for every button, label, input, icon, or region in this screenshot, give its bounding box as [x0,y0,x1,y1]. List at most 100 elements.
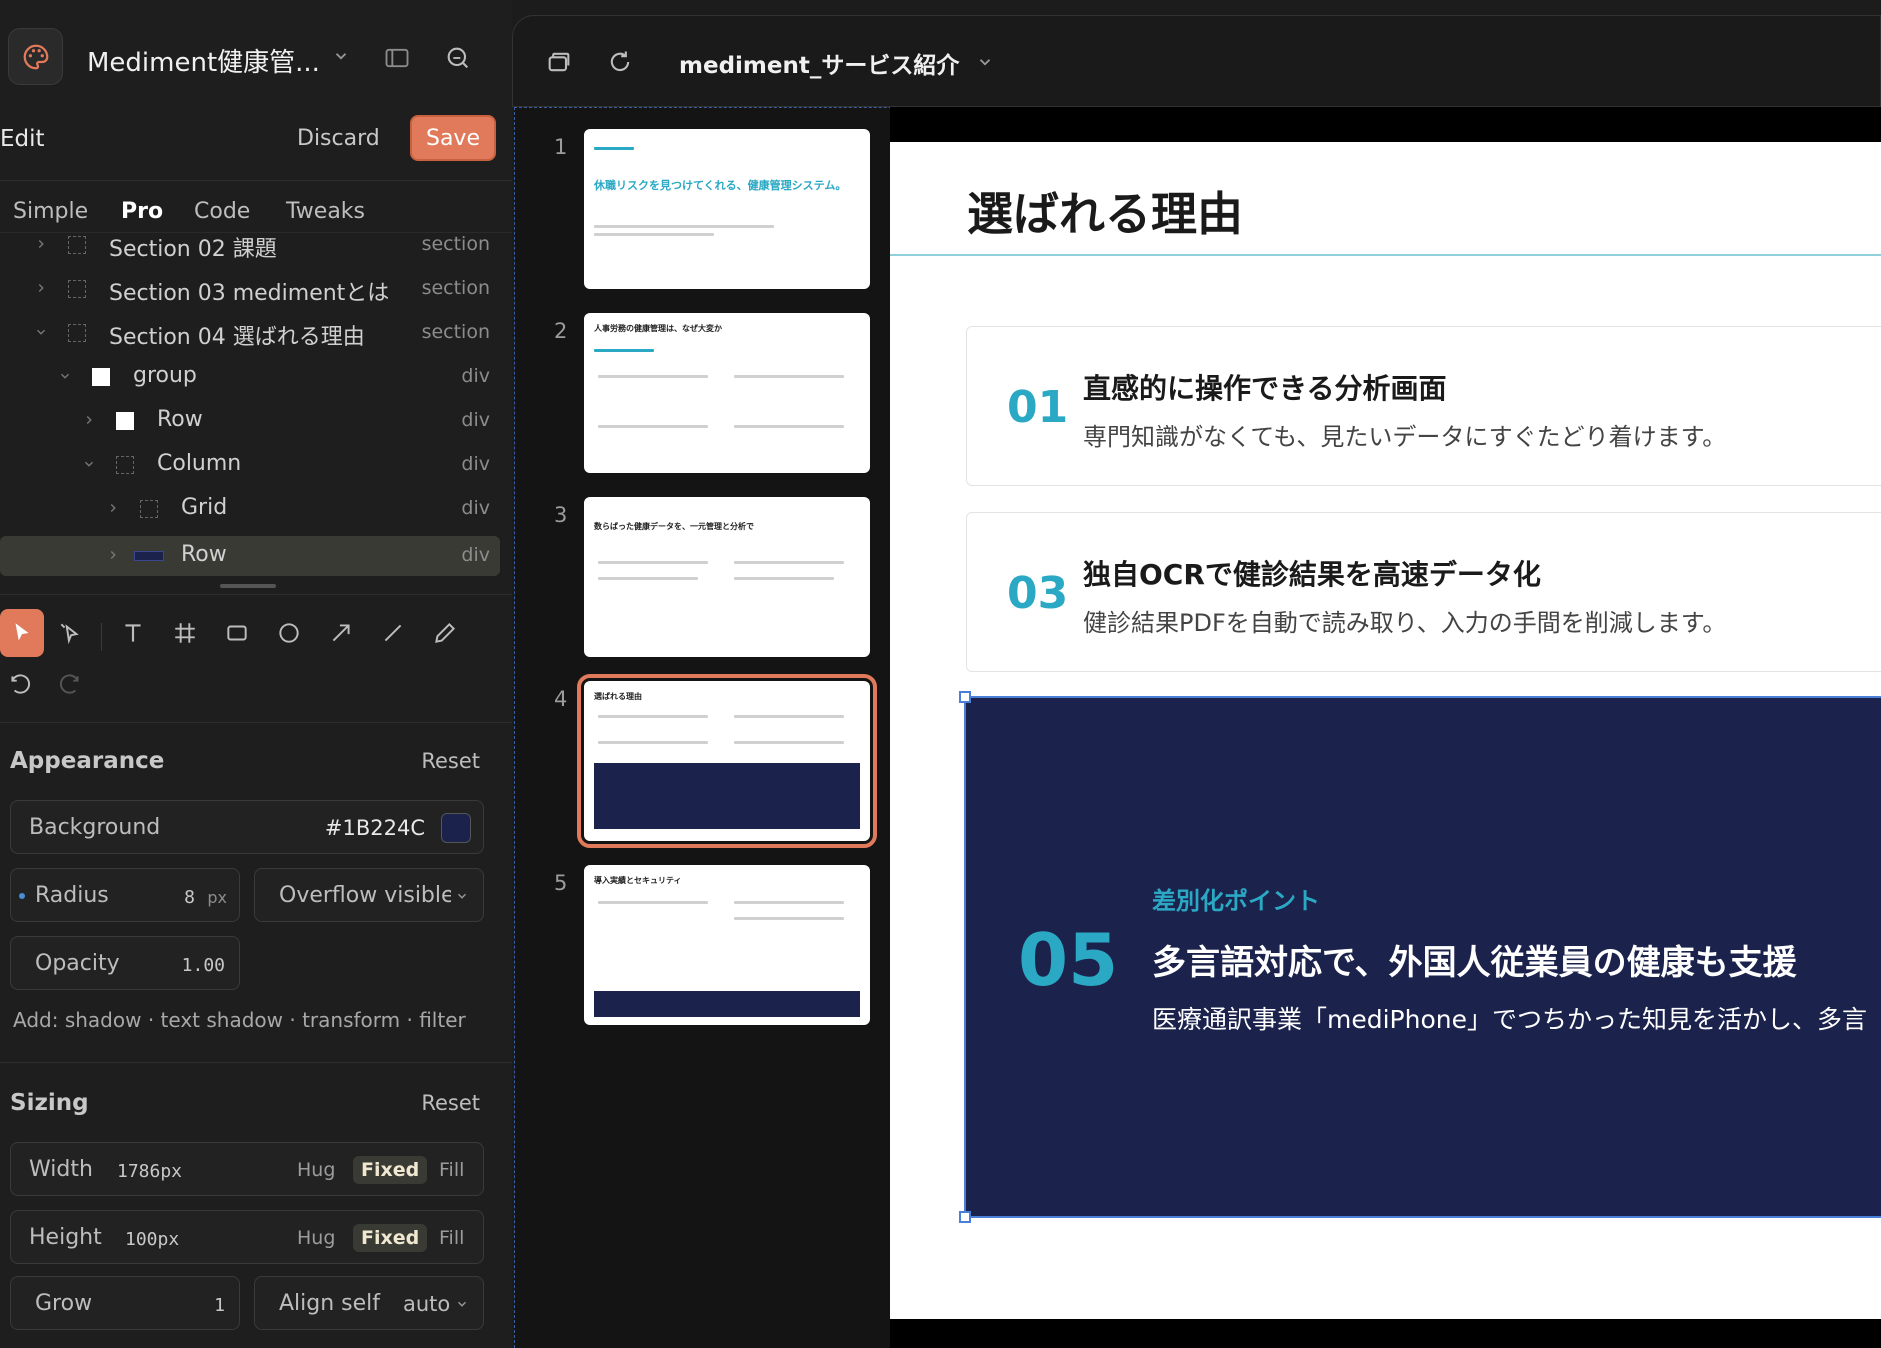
document-toolbar: mediment_サービス紹介 [512,15,1881,107]
ellipse-tool-icon[interactable] [269,613,309,653]
refresh-icon[interactable] [606,48,634,76]
slide-number: 1 [554,135,568,159]
chat-icon[interactable] [444,44,472,72]
appearance-reset-button[interactable]: Reset [421,749,480,773]
chevron-right-icon[interactable] [34,281,48,295]
width-hug-option[interactable]: Hug [289,1156,343,1184]
direct-select-tool-icon[interactable] [50,613,90,653]
background-label: Background [29,815,161,840]
width-field[interactable]: Width 1786px Hug Fixed Fill [10,1142,484,1196]
slide-title[interactable]: 選ばれる理由 [967,178,1243,244]
mode-tabs: Simple Pro Code Tweaks [0,180,512,240]
radius-field[interactable]: Radius 8 px [10,868,240,922]
pages-icon[interactable] [545,48,573,76]
slide-preview[interactable]: 選ばれる理由 01 直感的に操作できる分析画面 専門知識がなくても、見たいデータ… [890,107,1881,1348]
overflow-value: Overflow visible [279,883,451,908]
chevron-right-icon[interactable] [82,413,96,427]
feature-heading: 多言語対応で、外国人従業員の健康も支援 [1152,943,1797,983]
chevron-down-icon [458,1301,466,1307]
chevron-right-icon[interactable] [106,501,120,515]
chevron-down-icon[interactable] [976,53,994,71]
width-fill-option[interactable]: Fill [431,1156,472,1184]
tab-tweaks[interactable]: Tweaks [286,199,365,224]
chevron-down-icon [458,893,466,899]
height-fill-option[interactable]: Fill [431,1224,472,1252]
save-button[interactable]: Save [410,115,496,161]
add-effects-links[interactable]: Add: shadow · text shadow · transform · … [13,1008,466,1032]
layer-item-selected[interactable]: Row div [0,536,500,576]
text-tool-icon[interactable] [113,613,153,653]
height-value[interactable]: 100px [125,1229,179,1250]
selected-feature-row[interactable]: 05 差別化ポイント 多言語対応で、外国人従業員の健康も支援 医療通訳事業「me… [959,691,1881,1223]
reason-card[interactable]: 01 直感的に操作できる分析画面 専門知識がなくても、見たいデータにすぐたどり着… [966,326,1881,486]
slide-page[interactable]: 選ばれる理由 01 直感的に操作できる分析画面 専門知識がなくても、見たいデータ… [890,142,1881,1319]
radius-value[interactable]: 8 [184,887,195,908]
background-color-swatch[interactable] [441,813,471,843]
undo-icon[interactable] [0,665,40,705]
line-tool-icon[interactable] [373,613,413,653]
tab-pro[interactable]: Pro [121,199,163,224]
layer-name: Section 04 選ばれる理由 [109,325,365,350]
project-name[interactable]: Mediment健康管... [87,42,320,79]
layer-item[interactable]: group div [0,357,500,397]
arrow-tool-icon[interactable] [321,613,361,653]
palette-icon[interactable] [8,28,63,85]
grow-value[interactable]: 1 [214,1295,225,1316]
opacity-field[interactable]: Opacity 1.00 [10,936,240,990]
tab-simple[interactable]: Simple [13,199,88,224]
document-title[interactable]: mediment_サービス紹介 [679,46,959,80]
redo-icon[interactable] [50,665,90,705]
height-field[interactable]: Height 100px Hug Fixed Fill [10,1210,484,1264]
height-fixed-option[interactable]: Fixed [353,1224,428,1252]
chevron-right-icon[interactable] [106,548,120,562]
sizing-reset-button[interactable]: Reset [421,1091,480,1115]
layer-scrollbar[interactable] [220,584,276,588]
tab-code[interactable]: Code [194,199,250,224]
resize-handle[interactable] [959,1211,971,1223]
chevron-right-icon[interactable] [34,237,48,251]
layer-item[interactable]: Section 02 課題 section [0,233,500,265]
card-number: 01 [1007,382,1069,433]
thumb-line [734,577,834,580]
align-self-label: Align self [279,1291,381,1316]
thumb-line [598,425,708,428]
layer-item[interactable]: Section 04 選ばれる理由 section [0,313,500,353]
slide-thumbnail[interactable]: 数らばった健康データを、一元管理と分析で [584,497,870,657]
background-field[interactable]: Background #1B224C [10,800,484,854]
rectangle-tool-icon[interactable] [217,613,257,653]
sidebar-toggle-icon[interactable] [383,44,411,72]
layer-name: Row [181,542,227,567]
width-fixed-option[interactable]: Fixed [353,1156,428,1184]
resize-handle[interactable] [959,691,971,703]
reason-card[interactable]: 03 独自OCRで健診結果を高速データ化 健診結果PDFを自動で読み取り、入力の… [966,512,1881,672]
thumb-line [598,715,708,718]
opacity-value[interactable]: 1.00 [182,955,225,976]
overflow-select[interactable]: Overflow visible [254,868,484,922]
chevron-down-icon[interactable] [332,47,350,65]
slide-thumbnail[interactable]: 休職リスクを見つけてくれる、健康管理システム。 [584,129,870,289]
chevron-down-icon[interactable] [34,325,48,339]
background-value[interactable]: #1B224C [325,816,425,840]
align-self-select[interactable]: Align self auto [254,1276,484,1330]
chevron-down-icon[interactable] [82,457,96,471]
slide-thumbnail[interactable]: 導入実績とセキュリティ [584,865,870,1025]
discard-button[interactable]: Discard [297,126,380,151]
layer-box-icon [68,236,86,254]
chevron-down-icon[interactable] [58,369,72,383]
slide-thumbnail-active[interactable]: 選ばれる理由 [577,674,877,848]
thumb-line [594,233,714,236]
pencil-tool-icon[interactable] [425,613,465,653]
frame-tool-icon[interactable] [165,613,205,653]
grow-field[interactable]: Grow 1 [10,1276,240,1330]
layer-item[interactable]: Grid div [0,489,500,529]
layer-item[interactable]: Row div [0,401,500,441]
select-tool-icon[interactable] [0,609,44,657]
slide-thumbnail[interactable]: 人事労務の健康管理は、なぜ大変か [584,313,870,473]
layer-item[interactable]: Column div [0,445,500,485]
width-value[interactable]: 1786px [117,1161,182,1182]
thumb-line [734,901,844,904]
height-hug-option[interactable]: Hug [289,1224,343,1252]
project-header: Mediment健康管... [0,0,512,112]
layer-item[interactable]: Section 03 medimentとは section [0,269,500,309]
card-heading: 独自OCRで健診結果を高速データ化 [1083,558,1541,591]
